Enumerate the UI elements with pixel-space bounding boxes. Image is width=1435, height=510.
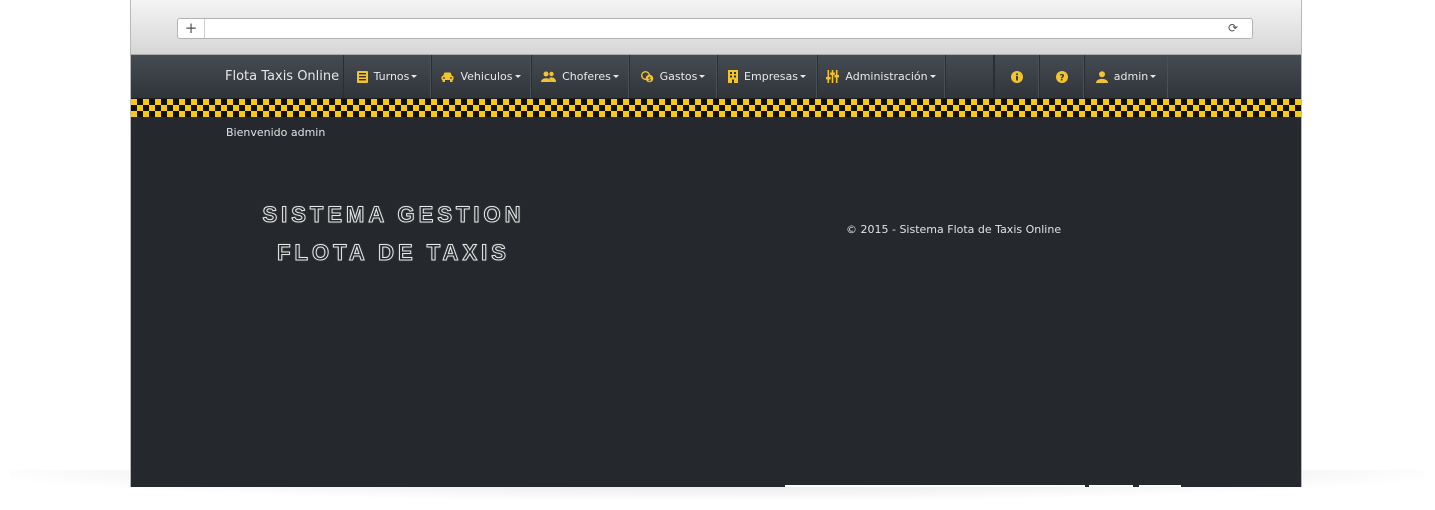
screenshot-stage: + ⟳ Flota Taxis Online Turnos Vehiculos	[0, 0, 1435, 510]
svg-text:?: ?	[1059, 73, 1064, 83]
bottom-edge-fragment	[1089, 485, 1133, 487]
nav-label-gastos: Gastos	[659, 70, 698, 83]
browser-toolbar: + ⟳	[131, 0, 1301, 55]
nav-user-menu[interactable]: admin	[1084, 55, 1168, 98]
nav-label-admin: admin	[1113, 70, 1149, 83]
hero-title-line-1: SISTEMA GESTION	[262, 202, 525, 228]
top-navbar: Flota Taxis Online Turnos Vehiculos Chof…	[131, 55, 1301, 99]
hero-title: SISTEMA GESTION FLOTA DE TAXIS	[241, 196, 546, 272]
user-icon	[1095, 70, 1108, 83]
address-bar[interactable]: + ⟳	[177, 18, 1253, 39]
nav-item-administracion[interactable]: Administración	[817, 55, 945, 98]
footer-copyright: © 2015 - Sistema Flota de Taxis Online	[846, 223, 1062, 236]
reload-icon[interactable]: ⟳	[1228, 19, 1238, 38]
chevron-down-icon	[411, 75, 418, 78]
nav-item-empresas[interactable]: Empresas	[717, 55, 817, 98]
bottom-edge-fragment	[785, 485, 1085, 487]
users-icon	[541, 71, 557, 82]
nav-label-turnos: Turnos	[373, 70, 410, 83]
book-icon	[356, 70, 368, 83]
sliders-icon	[826, 70, 840, 83]
help-icon: ?	[1055, 70, 1068, 83]
navbar-brand[interactable]: Flota Taxis Online	[225, 55, 339, 99]
nav-item-vehiculos[interactable]: Vehiculos	[431, 55, 531, 98]
nav-label-vehiculos: Vehiculos	[460, 70, 513, 83]
browser-window: + ⟳ Flota Taxis Online Turnos Vehiculos	[130, 0, 1302, 487]
chevron-down-icon	[1150, 75, 1157, 78]
nav-label-administracion: Administración	[845, 70, 928, 83]
nav-info-button[interactable]	[994, 55, 1039, 98]
coins-icon: $	[640, 70, 654, 83]
info-icon	[1010, 70, 1023, 83]
svg-text:$: $	[647, 76, 651, 83]
chevron-down-icon	[699, 75, 706, 78]
new-tab-icon[interactable]: +	[178, 19, 205, 38]
bottom-edge-fragment	[1139, 485, 1181, 487]
hero-title-line-2: FLOTA DE TAXIS	[277, 240, 510, 266]
nav-item-choferes[interactable]: Choferes	[531, 55, 629, 98]
chevron-down-icon	[612, 75, 619, 78]
taxi-checker-stripe	[131, 99, 1301, 117]
nav-item-gastos[interactable]: $ Gastos	[629, 55, 717, 98]
chevron-down-icon	[799, 75, 806, 78]
chevron-down-icon	[929, 75, 936, 78]
welcome-message: Bienvenido admin	[226, 126, 326, 139]
nav-label-choferes: Choferes	[562, 70, 611, 83]
nav-label-empresas: Empresas	[744, 70, 798, 83]
nav-help-button[interactable]: ?	[1039, 55, 1084, 98]
nav-item-turnos[interactable]: Turnos	[343, 55, 431, 98]
car-icon	[441, 71, 454, 82]
building-icon	[728, 70, 739, 83]
chevron-down-icon	[514, 75, 521, 78]
nav-spacer	[945, 55, 994, 98]
